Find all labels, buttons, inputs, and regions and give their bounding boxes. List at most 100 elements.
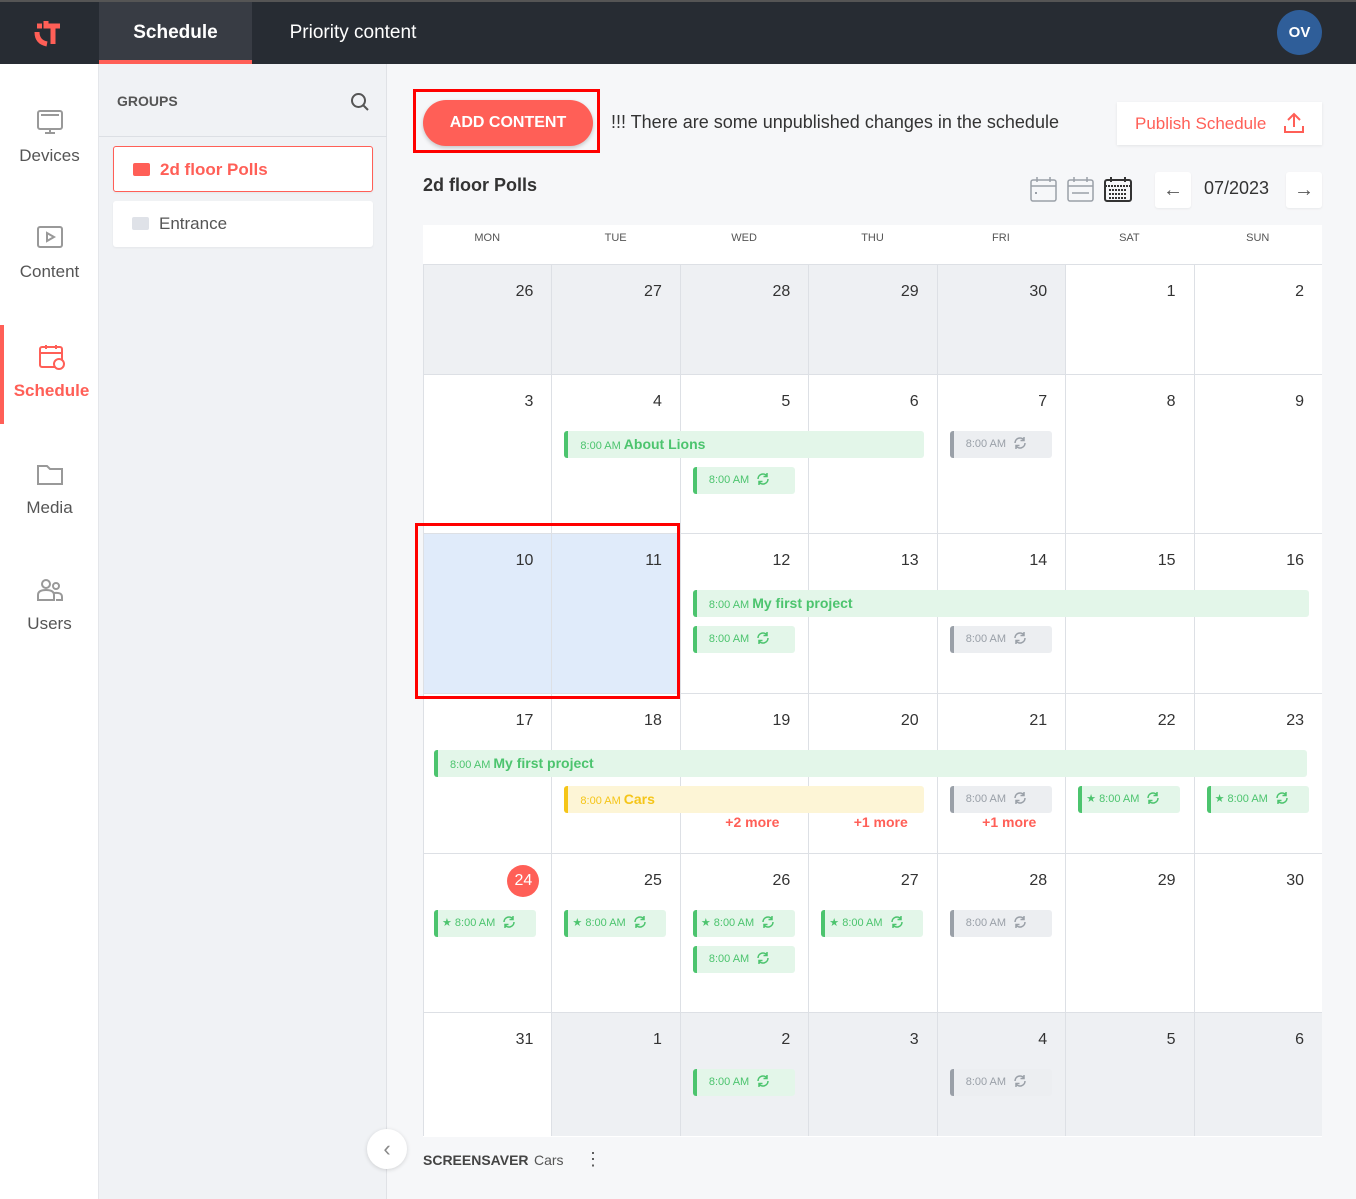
nav-media[interactable]: Media [0, 460, 99, 560]
event-bar[interactable]: 8:00 AM About Lions [564, 431, 924, 458]
search-icon[interactable] [350, 92, 370, 112]
nav-devices[interactable]: Devices [0, 108, 99, 208]
event-bar[interactable]: 8:00 AM My first project [692, 590, 1309, 617]
day-cell[interactable]: 1 [551, 1012, 680, 1136]
star-icon: ★ [1086, 793, 1100, 805]
event-chip[interactable]: ★ 8:00 AM [1078, 786, 1181, 813]
day-number: 22 [1157, 712, 1176, 729]
day-cell[interactable]: 2 [1193, 264, 1322, 374]
day-number: 17 [515, 712, 534, 729]
groups-heading: GROUPS [117, 93, 178, 109]
repeat-icon [890, 916, 903, 928]
day-cell[interactable]: 8 [1065, 374, 1194, 533]
next-month-button[interactable]: → [1286, 172, 1322, 208]
collapse-panel-button[interactable]: ‹ [367, 1129, 407, 1169]
week-view-icon[interactable] [1067, 176, 1094, 203]
event-chip[interactable]: 8:00 AM [949, 431, 1052, 458]
day-number: 29 [1157, 872, 1176, 889]
day-of-week-header: THU [861, 232, 884, 244]
user-avatar[interactable]: OV [1277, 10, 1322, 55]
nav-content[interactable]: Content [0, 224, 99, 324]
more-events-link[interactable]: +1 more [854, 814, 908, 830]
event-chip[interactable]: ★ 8:00 AM [1206, 786, 1309, 813]
day-cell[interactable]: 29 [808, 264, 937, 374]
event-time: 8:00 AM [965, 633, 1007, 645]
day-number: 19 [772, 712, 791, 729]
event-chip[interactable]: 8:00 AM [692, 467, 795, 494]
repeat-icon [1147, 792, 1160, 804]
repeat-icon [503, 916, 516, 928]
top-bar: Schedule Priority content OV [0, 0, 1356, 64]
monitor-icon [36, 110, 63, 134]
day-cell[interactable]: 6 [1193, 1012, 1322, 1136]
screensaver-value: Cars [534, 1152, 564, 1168]
star-icon: ★ [700, 917, 714, 929]
day-number: 30 [1029, 283, 1048, 300]
day-number: 27 [900, 872, 919, 889]
month-view-icon[interactable] [1104, 176, 1132, 203]
event-bar[interactable]: 8:00 AM Cars [564, 786, 924, 813]
screensaver-menu-button[interactable]: ⋮ [584, 1149, 602, 1170]
day-of-week-header: SUN [1246, 232, 1270, 244]
left-nav: Devices Content Schedule Media Users [0, 64, 99, 1199]
add-content-button[interactable]: ADD CONTENT [423, 100, 593, 146]
nav-users[interactable]: Users [0, 576, 99, 676]
event-time: 8:00 AM [965, 917, 1007, 929]
app-logo[interactable] [34, 18, 64, 48]
event-chip[interactable]: ★ 8:00 AM [434, 910, 536, 937]
event-chip[interactable]: 8:00 AM [949, 1069, 1052, 1096]
tab-schedule[interactable]: Schedule [99, 2, 252, 64]
day-cell[interactable]: 30 [1193, 853, 1322, 1012]
event-chip[interactable]: 8:00 AM [692, 1069, 795, 1096]
repeat-icon [633, 916, 646, 928]
day-cell[interactable]: 29 [1065, 853, 1194, 1012]
event-time: 8:00 AM [965, 1076, 1007, 1088]
day-cell[interactable]: 28 [679, 264, 809, 374]
group-item-2d-floor-polls[interactable]: 2d floor Polls [113, 146, 373, 192]
day-cell[interactable]: 1 [1065, 264, 1194, 374]
nav-label: Devices [19, 146, 80, 165]
event-chip[interactable]: 8:00 AM [692, 626, 795, 653]
day-view-icon[interactable] [1030, 176, 1057, 203]
nav-schedule[interactable]: Schedule [0, 325, 99, 424]
unpublished-warning: !!! There are some unpublished changes i… [611, 112, 1059, 132]
day-cell[interactable]: 9 [1193, 374, 1322, 533]
group-item-entrance[interactable]: Entrance [113, 201, 373, 247]
day-cell[interactable]: 26 [423, 264, 552, 374]
day-cell[interactable]: 31 [423, 1012, 552, 1136]
folder-icon [132, 217, 149, 230]
event-chip[interactable]: ★ 8:00 AM [692, 910, 795, 937]
event-time: 8:00 AM [842, 917, 883, 929]
event-chip[interactable]: ★ 8:00 AM [564, 910, 667, 937]
folder-icon [36, 465, 63, 485]
day-of-week-header: MON [474, 232, 501, 244]
repeat-icon [762, 916, 774, 928]
groups-panel: GROUPS 2d floor Polls Entrance [99, 64, 387, 1199]
event-time: 8:00 AM [708, 1076, 750, 1088]
repeat-icon [1014, 632, 1026, 644]
day-cell[interactable]: 3 [808, 1012, 937, 1136]
prev-month-button[interactable]: ← [1155, 172, 1191, 208]
day-number: 6 [909, 393, 919, 410]
event-bar[interactable]: 8:00 AM My first project [434, 750, 1307, 777]
event-chip[interactable]: 8:00 AM [949, 910, 1052, 937]
repeat-icon [757, 473, 769, 485]
day-number: 26 [772, 872, 791, 889]
event-chip[interactable]: 8:00 AM [692, 946, 795, 973]
day-cell[interactable]: 27 [551, 264, 680, 374]
tab-priority-content[interactable]: Priority content [270, 2, 436, 64]
star-icon: ★ [1214, 793, 1228, 805]
event-chip[interactable]: 8:00 AM [949, 626, 1052, 653]
nav-label: Users [27, 614, 72, 633]
day-cell[interactable]: 3 [423, 374, 552, 533]
event-time: 8:00 AM [965, 793, 1007, 805]
event-chip[interactable]: ★ 8:00 AM [821, 910, 924, 937]
event-time: 8:00 AM [580, 795, 621, 807]
day-cell[interactable]: 5 [1065, 1012, 1194, 1136]
more-events-link[interactable]: +2 more [725, 814, 779, 830]
publish-schedule-button[interactable]: Publish Schedule [1117, 102, 1322, 145]
folder-icon [133, 163, 150, 176]
day-cell[interactable]: 30 [936, 264, 1066, 374]
more-events-link[interactable]: +1 more [982, 814, 1036, 830]
event-chip[interactable]: 8:00 AM [949, 786, 1052, 813]
